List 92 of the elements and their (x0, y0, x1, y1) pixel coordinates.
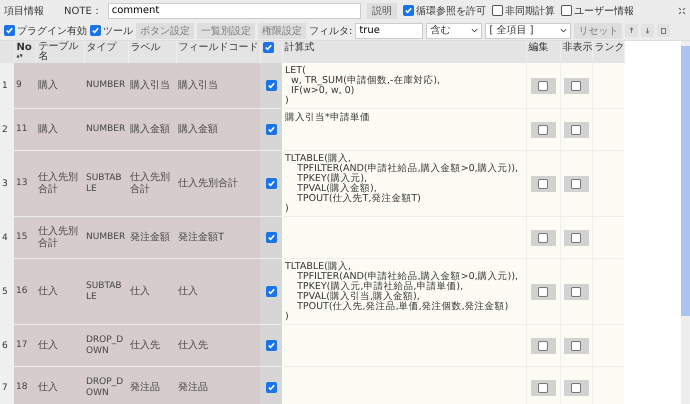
table-cell: DROP_DOWN (86, 376, 124, 398)
row-number: 4 (2, 232, 8, 242)
row-checkbox[interactable] (266, 286, 276, 297)
note-field[interactable]: comment (108, 2, 361, 18)
table-cell: 仕入先 (130, 340, 160, 350)
table-cell: 発注金額T (178, 232, 224, 242)
edit-checkbox[interactable] (530, 78, 556, 94)
option-checkbox[interactable]: 循環参照を許可 (402, 4, 486, 18)
match-select[interactable]: 含む (426, 22, 482, 38)
table-cell: 発注品 (130, 382, 160, 392)
note-label: NOTE： (64, 4, 102, 18)
table-cell: 16 (16, 286, 28, 296)
table-cell: 17 (16, 340, 28, 350)
row-number: 5 (2, 286, 8, 296)
toggle-checkbox[interactable]: プラグイン有効 (4, 24, 87, 38)
up-icon[interactable] (625, 24, 638, 37)
table-cell: 購入金額 (130, 124, 170, 134)
edit-checkbox[interactable] (530, 380, 556, 396)
option-checkbox[interactable]: ユーザー情報 (560, 4, 634, 18)
table-cell: 仕入先別合計 (130, 172, 170, 194)
table-cell: 仕入 (178, 286, 198, 296)
row-number: 2 (2, 124, 8, 134)
table-cell: NUMBER (86, 124, 126, 134)
table-cell: 購入引当 (178, 80, 218, 90)
table-cell: NUMBER (86, 80, 126, 90)
edit-checkbox[interactable] (530, 230, 556, 246)
check-icon (404, 6, 413, 15)
formula-text: TLTABLE(購入, TPFILTER(AND(申請社給品,購入金額>0,購入元)), TPKEY(購入元), TPVAL(購入金額), TPOUT(仕入先T,発注金額T) ) (285, 154, 518, 214)
edit-checkbox[interactable] (530, 284, 556, 300)
table-cell: 仕入先 (178, 340, 208, 350)
caret-icon (560, 27, 568, 34)
table-cell: 仕入 (38, 340, 58, 350)
table-cell: 発注品 (178, 382, 208, 392)
option-checkbox[interactable]: 非同期計算 (492, 4, 555, 18)
table-cell: 11 (16, 124, 28, 134)
table-cell: 仕入 (38, 286, 58, 296)
hidden-checkbox[interactable] (564, 230, 588, 246)
row-checkbox[interactable] (266, 80, 276, 91)
table-cell: 仕入先別合計 (38, 172, 78, 194)
resize-icon[interactable] (678, 6, 686, 14)
table-cell: 購入 (38, 124, 58, 134)
toggle-checkbox[interactable]: ツール (90, 24, 133, 38)
table-cell: SUBTABLE (86, 172, 122, 194)
filter-label: フィルタ: (309, 24, 352, 38)
caret-icon (471, 27, 478, 34)
table-cell: 購入金額 (178, 124, 218, 134)
column-header[interactable]: No (16, 43, 32, 53)
table-cell: 18 (16, 382, 28, 392)
table-cell: NUMBER (86, 232, 126, 242)
row-checkbox[interactable] (266, 178, 276, 189)
row-checkbox[interactable] (266, 124, 276, 135)
check-icon (5, 26, 14, 35)
row-number: 7 (2, 382, 8, 392)
table-cell: 9 (16, 80, 22, 90)
scope-select[interactable]: [ 全項目 ] (485, 22, 572, 38)
table-cell: 13 (16, 178, 28, 188)
row-checkbox[interactable] (266, 340, 276, 351)
hidden-checkbox[interactable] (564, 284, 588, 300)
table-cell: 15 (16, 232, 28, 242)
edit-checkbox[interactable] (530, 176, 556, 192)
select-all-checkbox[interactable] (262, 42, 274, 53)
check-icon (91, 26, 100, 35)
down-icon[interactable] (641, 24, 654, 37)
hidden-checkbox[interactable] (564, 176, 588, 192)
table-cell: DROP_DOWN (86, 334, 124, 356)
row-checkbox[interactable] (266, 232, 276, 243)
table-cell: 購入 (38, 80, 58, 90)
row-number: 3 (2, 178, 8, 188)
panel-title: 項目情報 (4, 4, 44, 18)
table-cell: SUBTABLE (86, 280, 122, 302)
hidden-checkbox[interactable] (564, 380, 588, 396)
edit-checkbox[interactable] (530, 338, 556, 354)
edit-checkbox[interactable] (530, 122, 556, 138)
table-cell: 仕入先別合計 (178, 178, 238, 188)
column-header[interactable]: 計算式 (284, 43, 314, 53)
table-cell: 仕入 (38, 382, 58, 392)
row-checkbox[interactable] (266, 382, 276, 393)
hidden-checkbox[interactable] (564, 78, 588, 94)
table-cell: 仕入 (130, 286, 150, 296)
scrollbar[interactable] (681, 41, 690, 404)
table-cell: 購入引当 (130, 80, 170, 90)
table-cell: 発注金額 (130, 232, 170, 242)
row-number: 1 (2, 80, 8, 90)
row-number: 6 (2, 340, 8, 350)
hidden-checkbox[interactable] (564, 338, 588, 354)
table-cell: 仕入先別合計 (38, 226, 78, 248)
hidden-checkbox[interactable] (564, 122, 588, 138)
help-button[interactable]: 説明 (366, 2, 397, 18)
formula-text: 購入引当*申請単価 (285, 113, 370, 123)
formula-text: TLTABLE(購入, TPFILTER(AND(申請社給品,購入金額>0,購入元)), TPKEY(購入元,申請社給品,申請単価), TPVAL(購入引当,購入金額), TPOUT(仕入先,発注品,単価,発注個数,発注金額) ) (285, 262, 518, 322)
formula-text: LET( w, TR_SUM(申請個数,-在庫対応), IF(w>0, w, 0) ) (285, 66, 440, 106)
filter-field[interactable]: true (355, 22, 424, 38)
